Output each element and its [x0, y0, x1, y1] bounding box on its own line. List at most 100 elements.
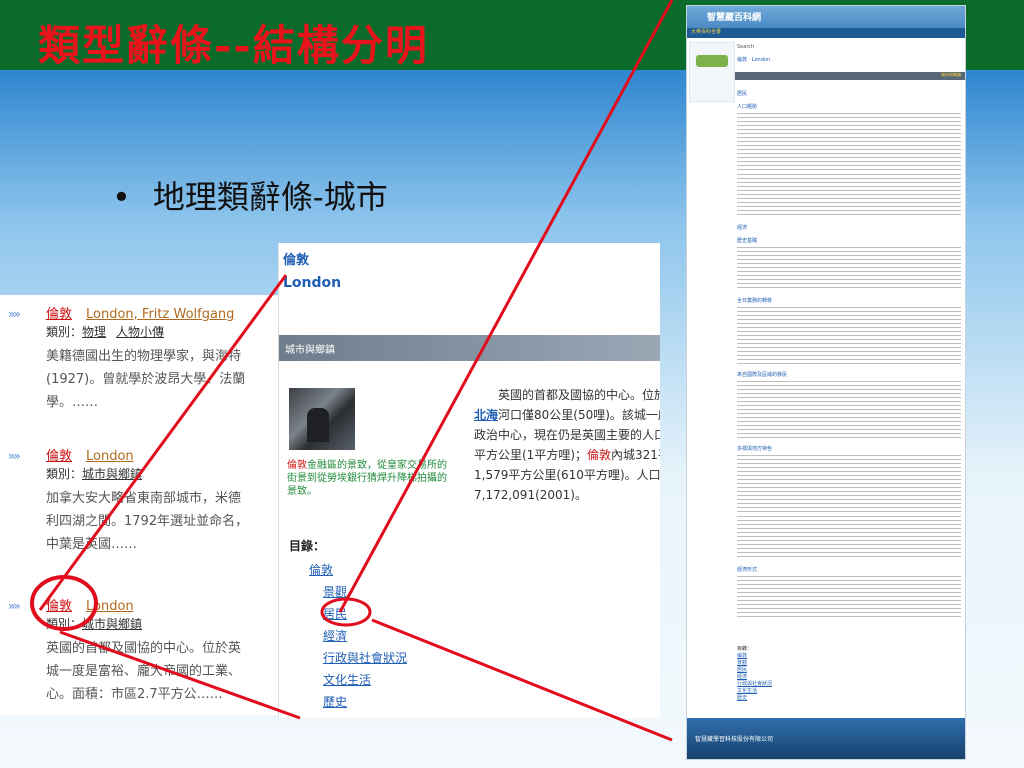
result-title: 倫敦 London, Fritz Wolfgang: [46, 303, 234, 322]
site-nav[interactable]: 大英百科全書: [687, 28, 965, 38]
toc-link-administration[interactable]: 行政與社會狀況: [323, 647, 407, 669]
body-line: 1,579平方公里(610平方哩)。人口：大: [474, 468, 660, 482]
result-title: 倫敦 London: [46, 445, 134, 464]
result-snippet: 英國的首都及國協的中心。位於英 城一度是富裕、龐大帝國的工業、 心。面積：市區2…: [46, 637, 282, 706]
ency-toc-link[interactable]: 行政與社會狀況: [737, 681, 797, 688]
ency-toc-title: 目錄：: [737, 646, 753, 652]
result-category: 類別：城市與鄉鎮: [46, 615, 142, 632]
result-category: 類別：物理 人物小傳: [46, 323, 164, 340]
table-of-contents: 倫敦 景觀 居民 經濟 行政與社會狀況 文化生活 歷史: [309, 559, 407, 713]
category-bar-label: 城市與鄉鎮: [285, 345, 335, 356]
text-block: [737, 576, 961, 620]
text-block: [737, 307, 961, 365]
encyclopedia-page: 智慧藏百科網 大英百科全書 Search 倫敦 · London 城市與鄉鎮 居…: [686, 5, 966, 760]
result-title-zh[interactable]: 倫敦: [46, 599, 72, 614]
toc-title: 目錄：: [289, 539, 326, 553]
site-footer: 智慧藏學習科技股份有限公司: [687, 718, 965, 759]
body-text: 英國的首都及國協的中心。位於: [498, 388, 660, 402]
snippet-line: 加拿大安大略省東南部城市，米德: [46, 491, 242, 506]
snippet-line: 城一度是富裕、龐大帝國的工業、: [46, 664, 242, 679]
snippet-line: (1927)。曾就學於波昂大學、法蘭: [46, 372, 246, 387]
text-block: [737, 516, 961, 560]
body-line: 政治中心，現在仍是英國主要的人口、商: [474, 428, 660, 442]
body-text: 平方公里(1平方哩)；: [474, 448, 587, 462]
result-title-en[interactable]: London, Fritz Wolfgang: [86, 307, 234, 322]
site-logo[interactable]: [696, 55, 728, 67]
section-heading: 全日業務的轉移: [737, 298, 773, 304]
ency-toc-link[interactable]: 倫敦: [737, 653, 797, 660]
section-heading: 歷史基礎: [737, 238, 758, 244]
toc-link-history[interactable]: 歷史: [323, 691, 407, 713]
site-name: 智慧藏百科網: [707, 13, 762, 23]
category-link[interactable]: 物理: [82, 325, 106, 339]
section-heading: 來自國際及區域的移民: [737, 372, 788, 378]
section-heading: 經濟: [737, 225, 748, 231]
ency-toc-link[interactable]: 景觀: [737, 660, 797, 667]
section-heading: 多樣與地方特色: [737, 446, 773, 452]
result-title: 倫敦 London: [46, 595, 134, 614]
breadcrumb[interactable]: 倫敦 · London: [737, 56, 770, 63]
text-block: [737, 247, 961, 291]
snippet-line: 學。……: [46, 395, 99, 410]
section-heading: 人口趨勢: [737, 104, 758, 110]
arrow-icon: »»: [8, 599, 21, 613]
result-category: 類別：城市與鄉鎮: [46, 465, 142, 482]
nav-label[interactable]: 大英百科全書: [691, 28, 721, 35]
search-results-panel: »» 倫敦 London, Fritz Wolfgang 類別：物理 人物小傳 美籍…: [0, 295, 282, 715]
article-body: 英國的首都及國協的中心。位於英國 北海河口僅80公里(50哩)。該城一度是 政治…: [474, 385, 660, 505]
snippet-line: 英國的首都及國協的中心。位於英: [46, 641, 242, 656]
slide-title: 類型辭條--結構分明: [38, 21, 429, 70]
toc-link-landscape[interactable]: 景觀: [323, 581, 407, 603]
caption-text: 金融區的景致，從皇家交易所的街景到從勞埃銀行猜焊升降梯拍攝的景致。: [287, 460, 447, 497]
toc-link-residents[interactable]: 居民: [323, 603, 407, 625]
result-title-zh[interactable]: 倫敦: [46, 307, 72, 322]
category-label: 類別：: [46, 467, 83, 481]
result-title-zh[interactable]: 倫敦: [46, 449, 72, 464]
body-line: 北海河口僅80公里(50哩)。該城一度是: [474, 405, 660, 425]
section-heading: 居民: [737, 91, 748, 97]
result-snippet: 美籍德國出生的物理學家，與海特 (1927)。曾就學於波昂大學、法蘭 學。……: [46, 345, 282, 414]
body-text: 河口僅80公里(50哩)。該城一度是: [498, 408, 660, 422]
ency-toc-link[interactable]: 歷史: [737, 695, 797, 702]
toc-root-link[interactable]: 倫敦: [309, 559, 407, 581]
toc-link-economy[interactable]: 經濟: [323, 625, 407, 647]
body-line: 7,172,091(2001)。: [474, 488, 587, 502]
body-link[interactable]: 北海: [474, 408, 498, 422]
arrow-icon: »»: [8, 449, 21, 463]
text-block: [737, 455, 961, 513]
section-heading: 經濟形式: [737, 567, 758, 573]
article-panel: 倫敦 London 城市與鄉鎮 倫敦金融區的景致，從皇家交易所的街景到從勞埃銀行…: [278, 243, 660, 718]
ency-toc-link[interactable]: 經濟: [737, 674, 797, 681]
ency-toc: 目錄： 倫敦 景觀 居民 經濟 行政與社會狀況 文化生活 歷史: [737, 646, 797, 702]
footer-text: 智慧藏學習科技股份有限公司: [695, 736, 774, 743]
bullet-text: 地理類辭條-城市: [152, 178, 388, 216]
category-sub-link[interactable]: 人物小傳: [116, 325, 164, 339]
category-label: 類別：: [46, 617, 83, 631]
body-line: 英國的首都及國協的中心。位於英國: [474, 385, 660, 405]
body-text: 內城321平方: [611, 448, 660, 462]
snippet-line: 心。面積：市區2.7平方公……: [46, 687, 223, 702]
section-bar-label: 城市與鄉鎮: [941, 72, 961, 77]
sidebar: [689, 42, 735, 102]
result-title-en[interactable]: London: [86, 599, 134, 614]
text-block: [737, 174, 961, 218]
section-bar: 城市與鄉鎮: [735, 72, 965, 80]
ency-toc-link[interactable]: 文化生活: [737, 688, 797, 695]
article-text: 居民 人口趨勢 經濟 歷史基礎 全日業務的轉移 來自國際及區域的移民 多樣與地方…: [737, 84, 961, 684]
ency-toc-link[interactable]: 居民: [737, 667, 797, 674]
category-link[interactable]: 城市與鄉鎮: [82, 467, 142, 481]
body-keyword: 倫敦: [587, 448, 612, 462]
bullet-point: • 地理類辭條-城市: [112, 172, 388, 218]
arrow-icon: »»: [8, 307, 21, 321]
caption-keyword: 倫敦: [287, 460, 307, 471]
category-link[interactable]: 城市與鄉鎮: [82, 617, 142, 631]
snippet-line: 美籍德國出生的物理學家，與海特: [46, 349, 242, 364]
search-label: Search: [737, 44, 755, 50]
article-title-en: London: [283, 275, 342, 291]
city-photo[interactable]: [289, 388, 355, 450]
toc-link-culture[interactable]: 文化生活: [323, 669, 407, 691]
category-label: 類別：: [46, 325, 83, 339]
result-title-en[interactable]: London: [86, 449, 134, 464]
bullet-dot: •: [112, 178, 131, 216]
text-block: [737, 381, 961, 439]
